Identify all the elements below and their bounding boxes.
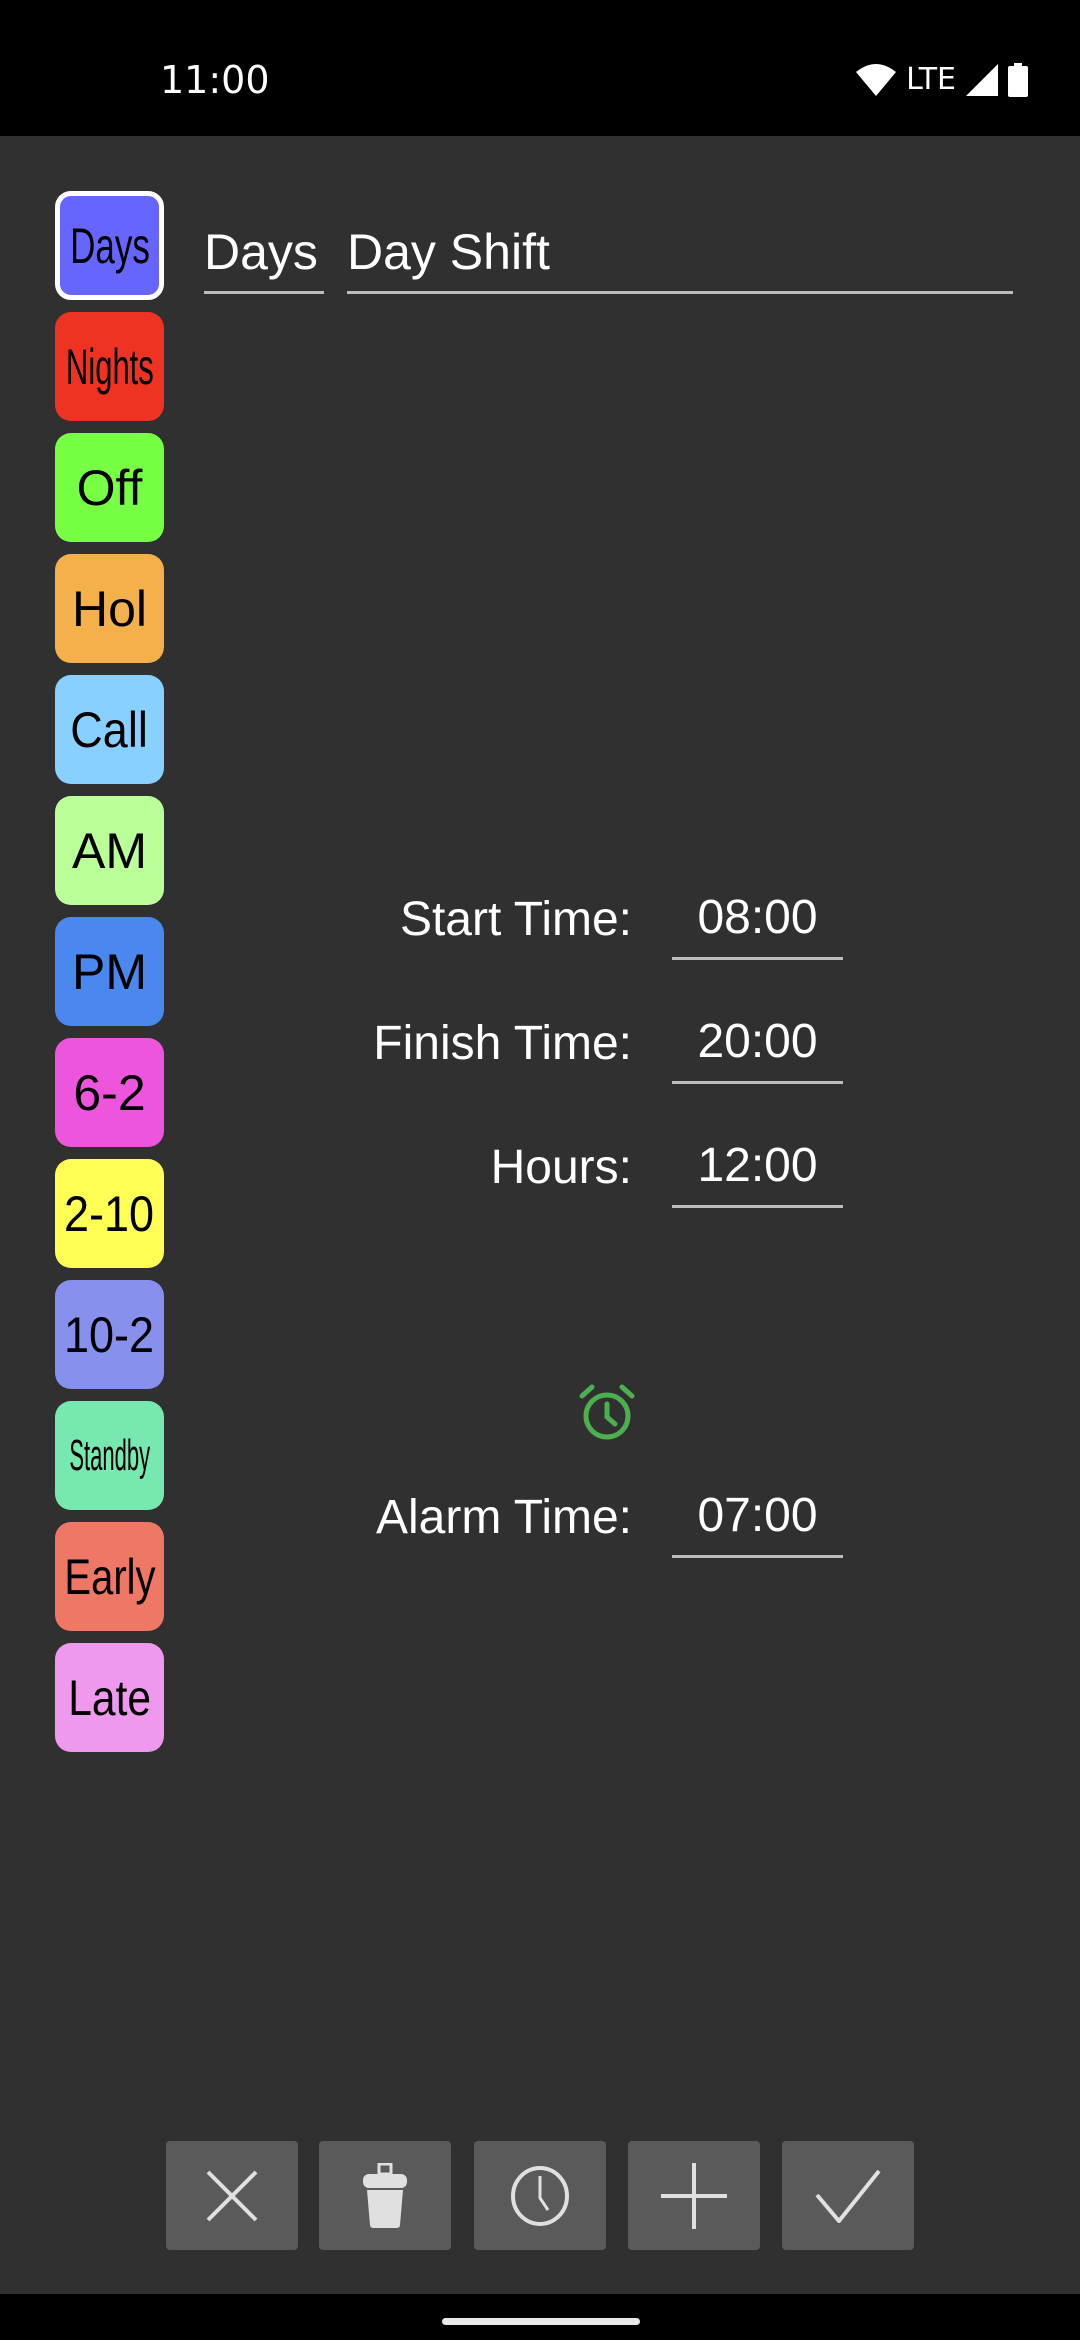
- status-time: 11:00: [160, 58, 270, 102]
- short-name-input[interactable]: Days: [204, 216, 324, 294]
- shift-label: 10-2: [64, 1306, 155, 1363]
- hours-label: Hours:: [490, 1141, 632, 1194]
- shift-button-days[interactable]: Days: [55, 191, 164, 300]
- shift-button-call[interactable]: Call: [55, 675, 164, 784]
- shift-button-hol[interactable]: Hol: [55, 554, 164, 663]
- wifi-icon: [856, 63, 897, 96]
- shift-label: Nights: [65, 338, 154, 395]
- battery-icon: [1008, 62, 1028, 97]
- network-type: LTE: [906, 62, 956, 97]
- shift-button-standby[interactable]: Standby: [55, 1401, 164, 1510]
- shift-button-am[interactable]: AM: [55, 796, 164, 905]
- check-icon: [815, 2169, 881, 2223]
- add-button[interactable]: [628, 2141, 760, 2250]
- full-name-input[interactable]: Day Shift: [347, 216, 1013, 294]
- shift-button-nights[interactable]: Nights: [55, 312, 164, 421]
- home-handle[interactable]: [442, 2318, 640, 2325]
- start-time-label: Start Time:: [399, 893, 632, 946]
- shift-label: Hol: [71, 580, 148, 637]
- trash-icon: [363, 2162, 407, 2228]
- time-button[interactable]: [474, 2141, 606, 2250]
- alarm-icon[interactable]: [576, 1382, 638, 1444]
- start-time-input[interactable]: 08:00: [672, 882, 843, 960]
- shift-button-2-10[interactable]: 2-10: [55, 1159, 164, 1268]
- close-icon: [206, 2170, 258, 2221]
- signal-icon: [966, 63, 998, 96]
- shift-button-10-2[interactable]: 10-2: [55, 1280, 164, 1389]
- shift-button-pm[interactable]: PM: [55, 917, 164, 1026]
- shift-label: Early: [63, 1548, 156, 1605]
- delete-button[interactable]: [319, 2141, 451, 2250]
- shift-label: Late: [68, 1669, 151, 1726]
- shift-label: 2-10: [64, 1185, 155, 1242]
- finish-time-input[interactable]: 20:00: [672, 1006, 843, 1084]
- cancel-button[interactable]: [166, 2141, 298, 2250]
- alarm-time-input[interactable]: 07:00: [672, 1480, 843, 1558]
- plus-icon: [661, 2162, 727, 2229]
- navigation-bar: [0, 2294, 1080, 2340]
- shift-label: PM: [72, 943, 147, 1000]
- shift-label: Call: [70, 701, 149, 758]
- status-bar: 11:00 LTE: [0, 0, 1080, 136]
- shift-label: 6-2: [73, 1064, 146, 1121]
- shift-button-early[interactable]: Early: [55, 1522, 164, 1631]
- alarm-time-label: Alarm Time:: [375, 1491, 632, 1544]
- shift-button-6-2[interactable]: 6-2: [55, 1038, 164, 1147]
- shift-label: AM: [72, 822, 147, 879]
- finish-time-label: Finish Time:: [373, 1017, 632, 1070]
- clock-icon: [511, 2165, 569, 2226]
- save-button[interactable]: [782, 2141, 914, 2250]
- shift-label: Days: [69, 217, 150, 274]
- shift-label: Standby: [69, 1430, 150, 1480]
- hours-input[interactable]: 12:00: [672, 1130, 843, 1208]
- full-name-value: Day Shift: [347, 224, 550, 280]
- shift-label: Off: [76, 459, 143, 516]
- shift-button-late[interactable]: Late: [55, 1643, 164, 1752]
- shift-button-off[interactable]: Off: [55, 433, 164, 542]
- short-name-value: Days: [204, 224, 318, 280]
